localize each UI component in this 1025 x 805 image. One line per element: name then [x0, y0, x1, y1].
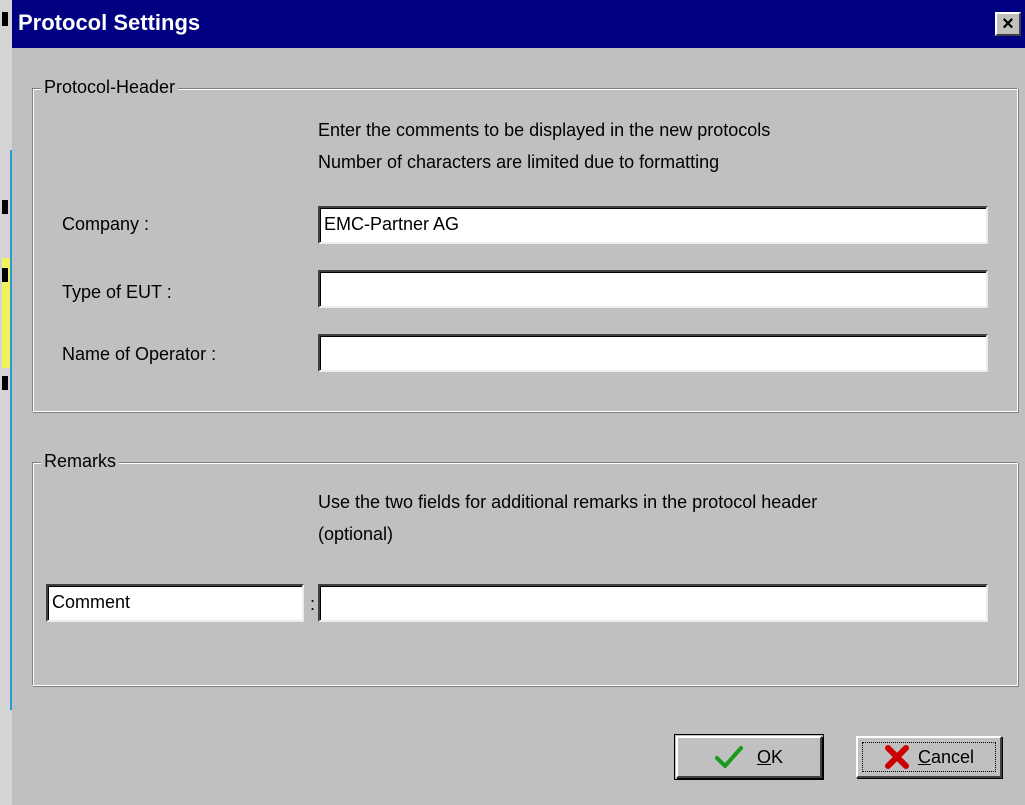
protocol-header-instruction-line-2: Number of characters are limited due to …	[318, 152, 720, 172]
type-of-eut-label: Type of EUT :	[62, 282, 172, 302]
remarks-instruction-line-2: (optional)	[318, 524, 394, 544]
checkmark-icon	[714, 745, 743, 769]
protocol-header-instruction-line-1: Enter the comments to be displayed in th…	[318, 120, 771, 140]
close-icon: ×	[1002, 13, 1014, 35]
comment-value-input[interactable]	[318, 584, 988, 622]
operator-label: Name of Operator :	[62, 344, 217, 364]
comment-name-input[interactable]: Comment	[46, 584, 304, 622]
background-window-edge	[0, 0, 12, 805]
comment-separator: :	[310, 594, 316, 614]
title-bar: Protocol Settings ×	[12, 0, 1025, 48]
operator-input[interactable]	[318, 334, 988, 372]
remarks-instruction-line-1: Use the two fields for additional remark…	[318, 492, 818, 512]
company-label: Company :	[62, 214, 150, 234]
ok-button[interactable]: OK	[674, 734, 824, 780]
window-title: Protocol Settings	[18, 10, 201, 35]
cancel-button[interactable]: Cancel	[856, 736, 1002, 778]
remarks-group-label: Remarks	[41, 451, 120, 472]
protocol-settings-dialog: Protocol Settings × Protocol-Header Ente…	[12, 0, 1025, 805]
type-of-eut-input[interactable]	[318, 270, 988, 308]
ok-label: OK	[756, 746, 784, 767]
close-button[interactable]: ×	[995, 12, 1021, 36]
company-input[interactable]: EMC-Partner AG	[318, 206, 988, 244]
protocol-header-group-label: Protocol-Header	[41, 77, 179, 98]
